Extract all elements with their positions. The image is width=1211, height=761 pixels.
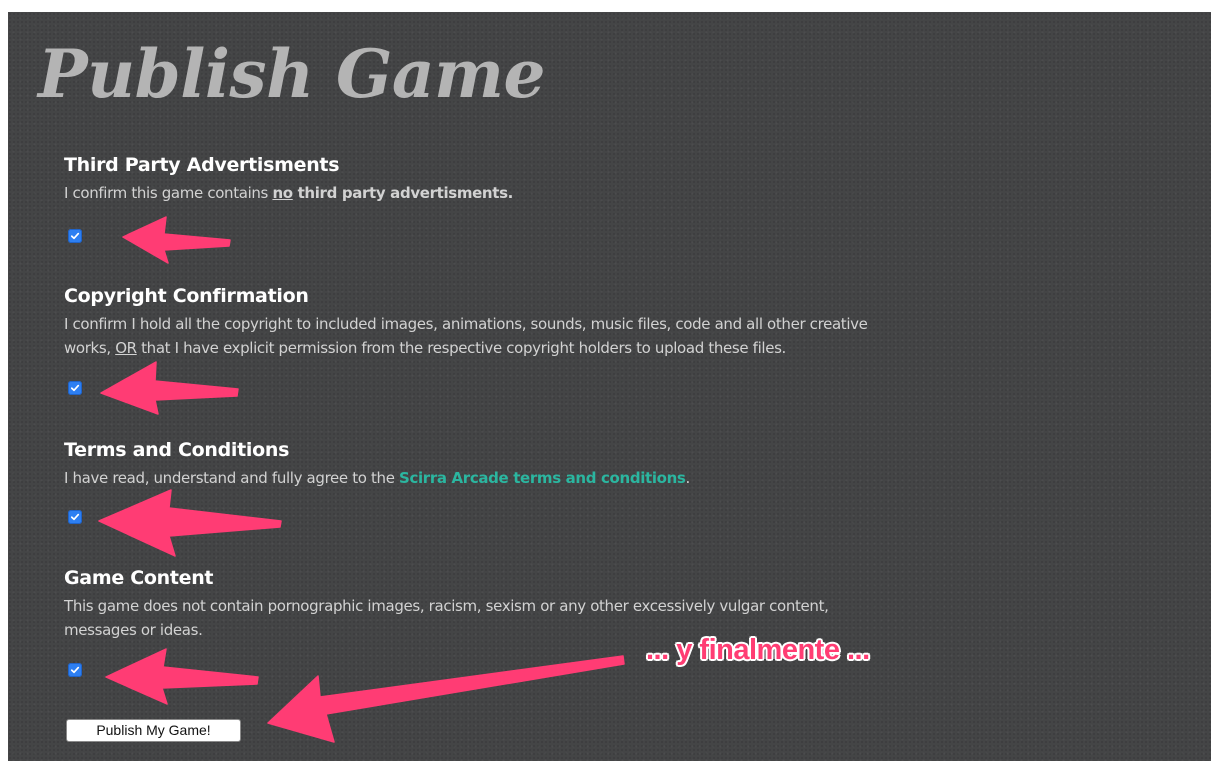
section-game-content: Game Content This game does not contain … — [64, 566, 1064, 642]
section-third-party-ads: Third Party Advertisments I confirm this… — [64, 153, 1064, 205]
game-content-checkbox[interactable] — [68, 663, 82, 677]
copyright-checkbox[interactable] — [68, 381, 82, 395]
section-description: I have read, understand and fully agree … — [64, 469, 690, 487]
section-terms: Terms and Conditions I have read, unders… — [64, 438, 1064, 490]
section-heading: Game Content — [64, 567, 214, 589]
section-copyright: Copyright Confirmation I confirm I hold … — [64, 284, 1064, 360]
checkmark-icon — [70, 232, 80, 240]
checkmark-icon — [70, 666, 80, 674]
section-heading: Copyright Confirmation — [64, 285, 309, 307]
terms-checkbox[interactable] — [68, 510, 82, 524]
section-description: I confirm this game contains no third pa… — [64, 184, 514, 202]
terms-link[interactable]: Scirra Arcade terms and conditions — [399, 469, 686, 487]
section-description: I confirm I hold all the copyright to in… — [64, 315, 868, 357]
checkmark-icon — [70, 384, 80, 392]
third-party-ads-checkbox[interactable] — [68, 229, 82, 243]
section-heading: Terms and Conditions — [64, 439, 290, 461]
page-title: Publish Game — [38, 35, 545, 113]
section-heading: Third Party Advertisments — [64, 154, 340, 176]
publish-game-panel: Publish Game Third Party Advertisments I… — [8, 12, 1211, 761]
checkmark-icon — [70, 513, 80, 521]
publish-button[interactable]: Publish My Game! — [66, 719, 241, 742]
section-description: This game does not contain pornographic … — [64, 597, 829, 639]
